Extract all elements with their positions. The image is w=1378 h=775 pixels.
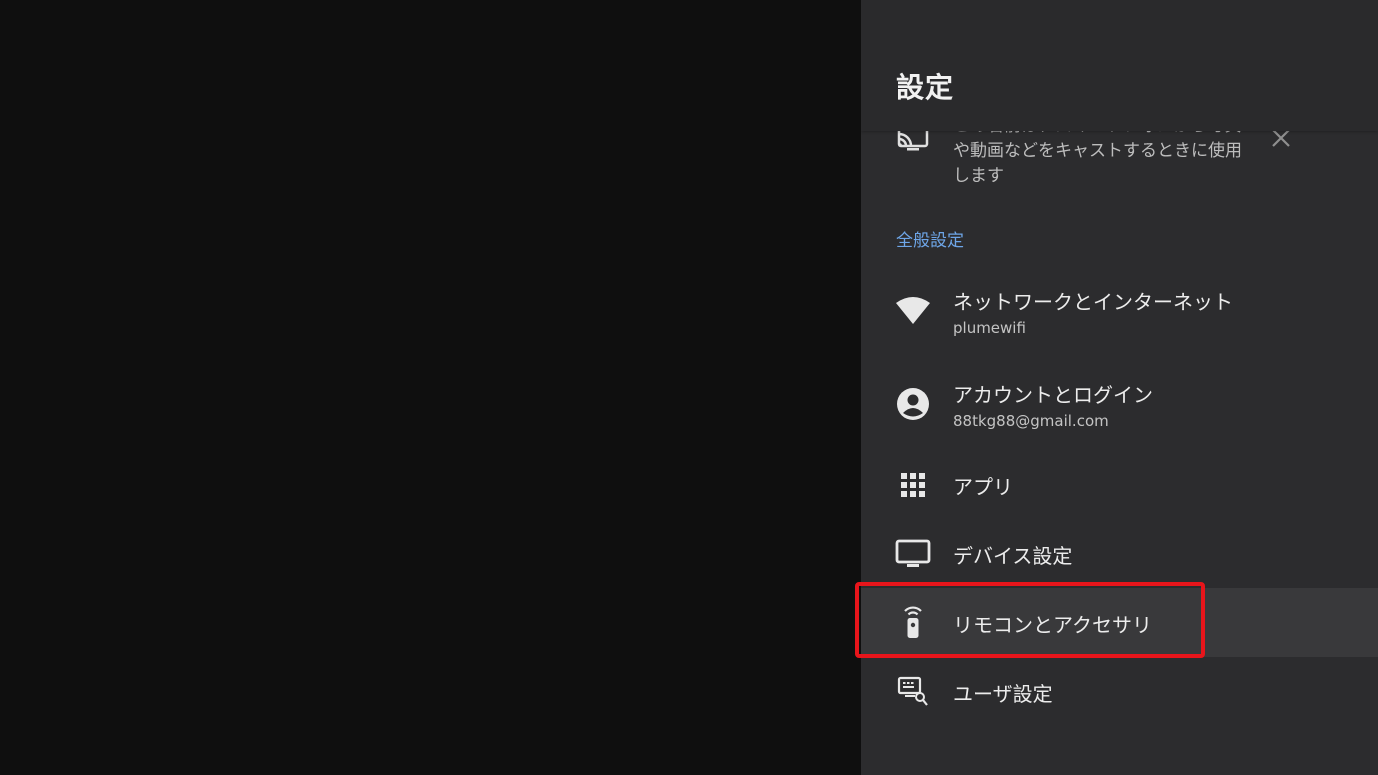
- apps-grid-icon: [901, 473, 925, 497]
- section-general-settings: 全般設定: [896, 231, 964, 251]
- settings-item-subtitle: plumewifi: [953, 319, 1026, 337]
- account-circle-icon: [897, 388, 929, 420]
- settings-item-title: ユーザ設定: [953, 682, 1053, 706]
- settings-item-title: ネットワークとインターネット: [953, 290, 1233, 314]
- panel-header: 設定: [861, 0, 1378, 131]
- settings-item-device[interactable]: デバイス設定: [861, 519, 1378, 588]
- settings-item-title: アプリ: [953, 475, 1013, 499]
- background-area: [0, 0, 861, 775]
- tv-icon: [895, 539, 931, 567]
- remote-icon: [904, 606, 922, 638]
- page-title: 設定: [896, 71, 955, 104]
- settings-item-account[interactable]: アカウントとログイン 88tkg88@gmail.com: [861, 359, 1378, 451]
- cast-description-line-2: や動画などをキャストするときに使用: [953, 141, 1242, 161]
- settings-item-subtitle: 88tkg88@gmail.com: [953, 412, 1109, 430]
- settings-item-title: アカウントとログイン: [953, 383, 1153, 407]
- settings-item-user[interactable]: ユーザ設定: [861, 657, 1378, 726]
- settings-panel: 設定 この名前は、スマートフォンから写真 や動画などをキャストするときに使用 し…: [861, 0, 1378, 775]
- user-settings-icon: [897, 676, 928, 706]
- cast-description-line-3: します: [953, 166, 1004, 186]
- wifi-icon: [896, 297, 930, 324]
- settings-item-title: デバイス設定: [953, 544, 1073, 568]
- settings-item-apps[interactable]: アプリ: [861, 450, 1378, 519]
- settings-item-network[interactable]: ネットワークとインターネット plumewifi: [861, 266, 1378, 358]
- settings-item-title: リモコンとアクセサリ: [953, 613, 1152, 637]
- settings-item-remote[interactable]: リモコンとアクセサリ: [861, 588, 1378, 657]
